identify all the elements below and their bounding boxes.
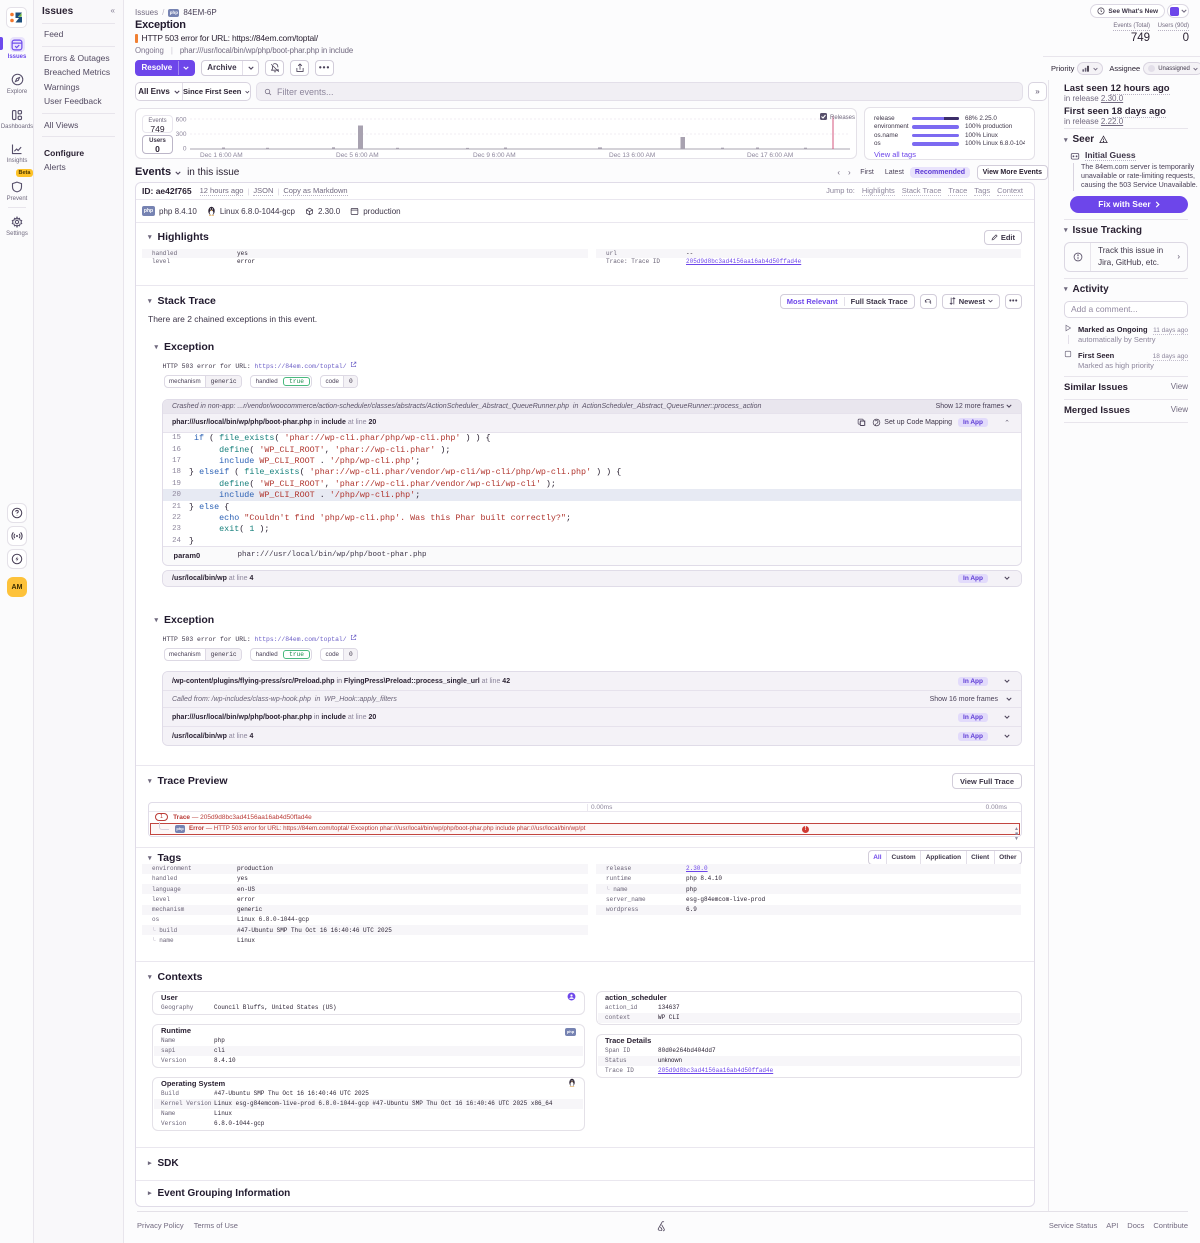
svg-text:0: 0 [183, 146, 187, 153]
svg-text:Releases: Releases [830, 115, 855, 121]
svg-text:Dec 5 6:00 AM: Dec 5 6:00 AM [336, 152, 379, 159]
svg-text:600: 600 [176, 117, 187, 124]
svg-text:Dec 1 6:00 AM: Dec 1 6:00 AM [200, 152, 243, 159]
svg-text:Dec 17 6:00 AM: Dec 17 6:00 AM [747, 152, 793, 159]
svg-text:300: 300 [176, 131, 187, 138]
svg-text:Dec 13 6:00 AM: Dec 13 6:00 AM [609, 152, 655, 159]
svg-text:Dec 9 6:00 AM: Dec 9 6:00 AM [473, 152, 516, 159]
